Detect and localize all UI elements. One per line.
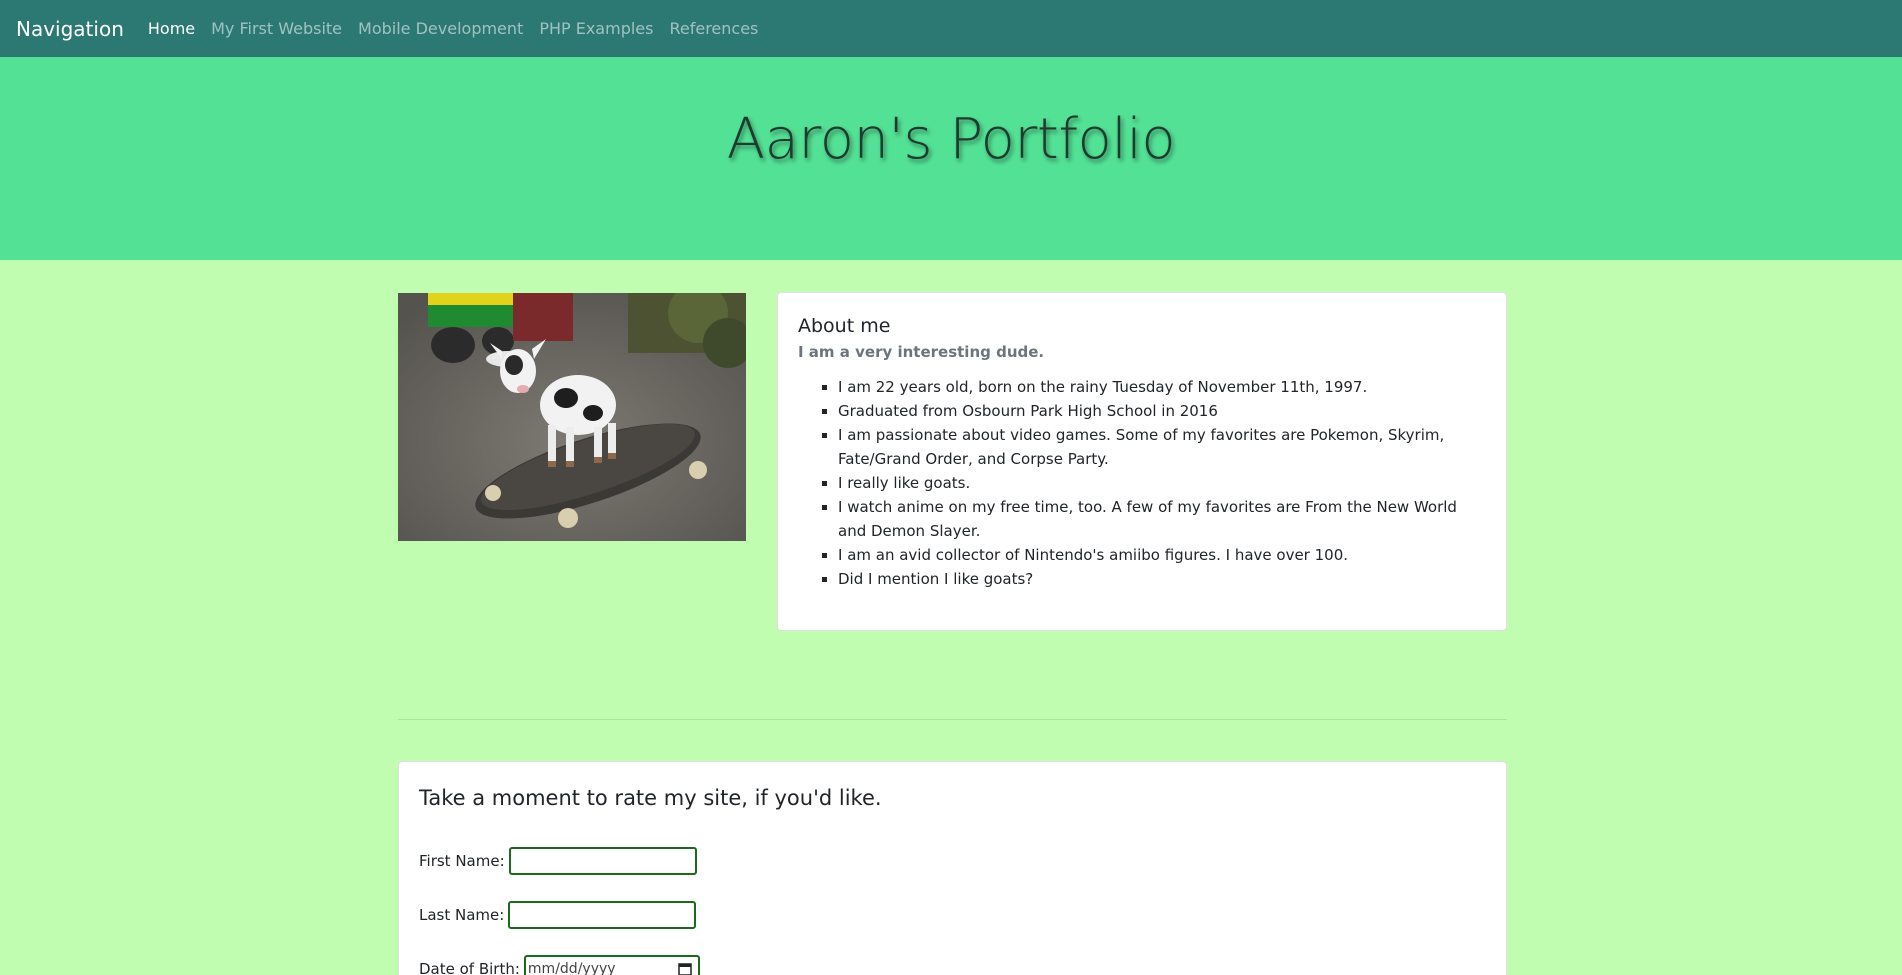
section-divider bbox=[398, 719, 1507, 720]
dob-input[interactable]: mm/dd/yyyy bbox=[523, 955, 700, 975]
list-item: I really like goats. bbox=[838, 471, 1486, 495]
hero-banner: Aaron's Portfolio bbox=[0, 57, 1902, 260]
about-subtitle: I am a very interesting dude. bbox=[798, 343, 1045, 361]
list-item: I watch anime on my free time, too. A fe… bbox=[838, 495, 1486, 543]
first-name-label: First Name: bbox=[419, 852, 505, 870]
page: Navigation Home My First Website Mobile … bbox=[0, 0, 1902, 975]
last-name-label: Last Name: bbox=[419, 906, 505, 924]
rating-form-card: Take a moment to rate my site, if you'd … bbox=[398, 761, 1507, 975]
goat-skateboard-photo bbox=[398, 293, 746, 541]
nav-link-mobile-development[interactable]: Mobile Development bbox=[358, 19, 523, 38]
dob-row: Date of Birth: mm/dd/yyyy bbox=[419, 955, 700, 975]
first-name-row: First Name: bbox=[419, 847, 697, 875]
calendar-icon[interactable] bbox=[678, 962, 692, 975]
list-item: Did I mention I like goats? bbox=[838, 567, 1486, 591]
navbar-brand[interactable]: Navigation bbox=[16, 17, 124, 41]
list-item: I am an avid collector of Nintendo's ami… bbox=[838, 543, 1486, 567]
dob-label: Date of Birth: bbox=[419, 960, 520, 975]
list-item: Graduated from Osbourn Park High School … bbox=[838, 399, 1486, 423]
last-name-input[interactable] bbox=[508, 901, 697, 929]
about-list: I am 22 years old, born on the rainy Tue… bbox=[798, 375, 1486, 591]
about-title: About me bbox=[798, 315, 891, 337]
nav-link-php-examples[interactable]: PHP Examples bbox=[539, 19, 653, 38]
last-name-row: Last Name: bbox=[419, 901, 697, 929]
dob-placeholder: mm/dd/yyyy bbox=[527, 961, 616, 975]
nav-link-home[interactable]: Home bbox=[148, 19, 195, 38]
nav-link-references[interactable]: References bbox=[669, 19, 758, 38]
nav-link-my-first-website[interactable]: My First Website bbox=[211, 19, 342, 38]
list-item: I am 22 years old, born on the rainy Tue… bbox=[838, 375, 1486, 399]
list-item: I am passionate about video games. Some … bbox=[838, 423, 1486, 471]
about-card: About me I am a very interesting dude. I… bbox=[777, 292, 1507, 631]
page-title: Aaron's Portfolio bbox=[726, 107, 1176, 173]
first-name-input[interactable] bbox=[508, 847, 697, 875]
rating-form-title: Take a moment to rate my site, if you'd … bbox=[419, 786, 882, 810]
navbar: Navigation Home My First Website Mobile … bbox=[0, 0, 1902, 57]
